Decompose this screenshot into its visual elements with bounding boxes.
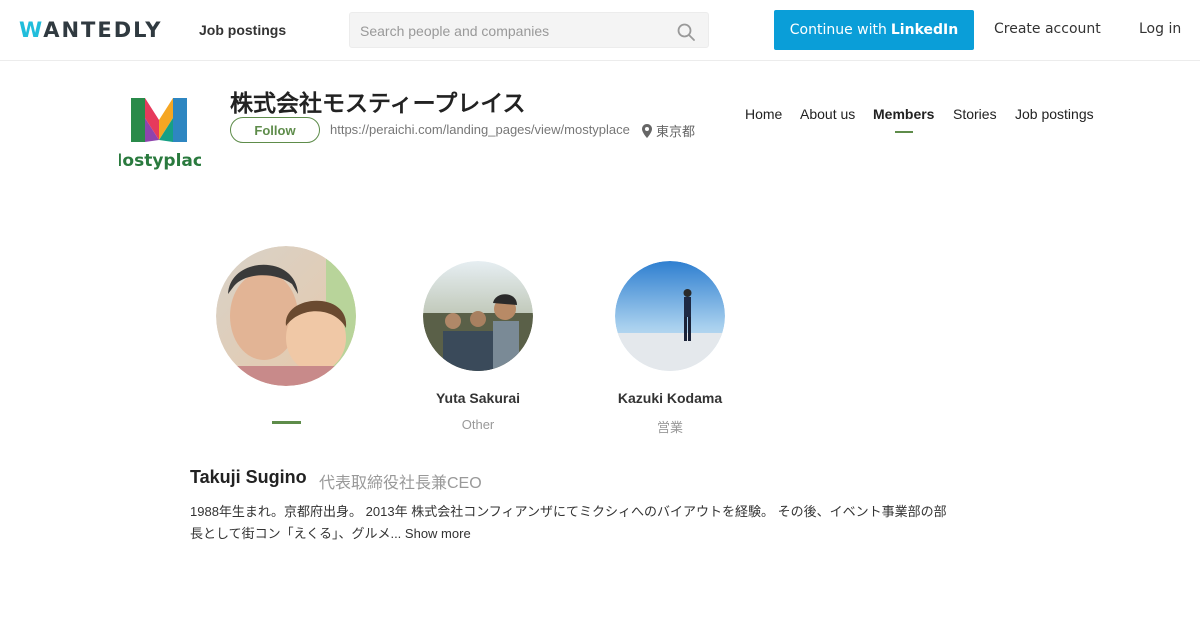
active-tab-indicator xyxy=(895,131,913,133)
tab-stories[interactable]: Stories xyxy=(953,106,997,122)
create-account-link[interactable]: Create account xyxy=(994,21,1101,37)
profile-bio: 1988年生まれ。京都府出身。 2013年 株式会社コンフィアンザにてミクシィへ… xyxy=(190,501,955,545)
profile-bio-text: 1988年生まれ。京都府出身。 2013年 株式会社コンフィアンザにてミクシィへ… xyxy=(190,504,947,541)
nav-job-postings[interactable]: Job postings xyxy=(199,22,286,38)
mostyplace-logo-icon: Mostyplace xyxy=(119,98,201,171)
follow-button[interactable]: Follow xyxy=(230,117,320,143)
member-card-yuta-sakurai[interactable] xyxy=(423,261,533,371)
location-label: 東京都 xyxy=(656,124,696,139)
continue-with-linkedin-button[interactable]: Continue with LinkedIn xyxy=(774,10,974,50)
search-box[interactable] xyxy=(349,12,709,48)
company-website-link[interactable]: https://peraichi.com/landing_pages/view/… xyxy=(330,122,630,137)
logo-text: WANTEDLY xyxy=(19,18,163,42)
show-more-link[interactable]: Show more xyxy=(405,526,471,541)
member-card-kazuki-kodama[interactable] xyxy=(615,261,725,371)
company-name: 株式会社モスティープレイス xyxy=(230,90,526,116)
member-name: Yuta Sakurai xyxy=(435,390,521,406)
member-card-takuji-sugino[interactable] xyxy=(216,246,356,386)
profile-title: 代表取締役社長兼CEO xyxy=(319,475,482,492)
member-avatar-photo xyxy=(423,261,533,371)
company-logo[interactable]: Mostyplace xyxy=(119,92,201,174)
selected-member-indicator xyxy=(272,421,301,424)
wantedly-logo[interactable]: WANTEDLY xyxy=(19,18,163,42)
member-role: 営業 xyxy=(656,420,684,435)
linkedin-button-prefix: Continue with xyxy=(789,22,887,38)
company-logo-text: Mostyplace xyxy=(119,151,201,171)
linkedin-button-brand: LinkedIn xyxy=(890,22,959,38)
search-icon[interactable] xyxy=(676,22,696,42)
tab-about-us[interactable]: About us xyxy=(800,106,855,122)
member-avatar-photo xyxy=(216,246,356,386)
profile-name: Takuji Sugino xyxy=(190,467,307,487)
top-navigation-bar: WANTEDLY Job postings Continue with Link… xyxy=(0,0,1200,61)
tab-job-postings[interactable]: Job postings xyxy=(1015,106,1094,122)
login-link[interactable]: Log in xyxy=(1139,21,1181,37)
search-input[interactable] xyxy=(360,21,660,41)
member-role: Other xyxy=(461,417,495,432)
tab-home[interactable]: Home xyxy=(745,106,782,122)
company-location: 東京都 xyxy=(642,121,695,140)
location-pin-icon xyxy=(642,123,652,138)
tab-members[interactable]: Members xyxy=(873,106,934,122)
member-name: Kazuki Kodama xyxy=(617,390,723,406)
member-avatar-photo xyxy=(615,261,725,371)
